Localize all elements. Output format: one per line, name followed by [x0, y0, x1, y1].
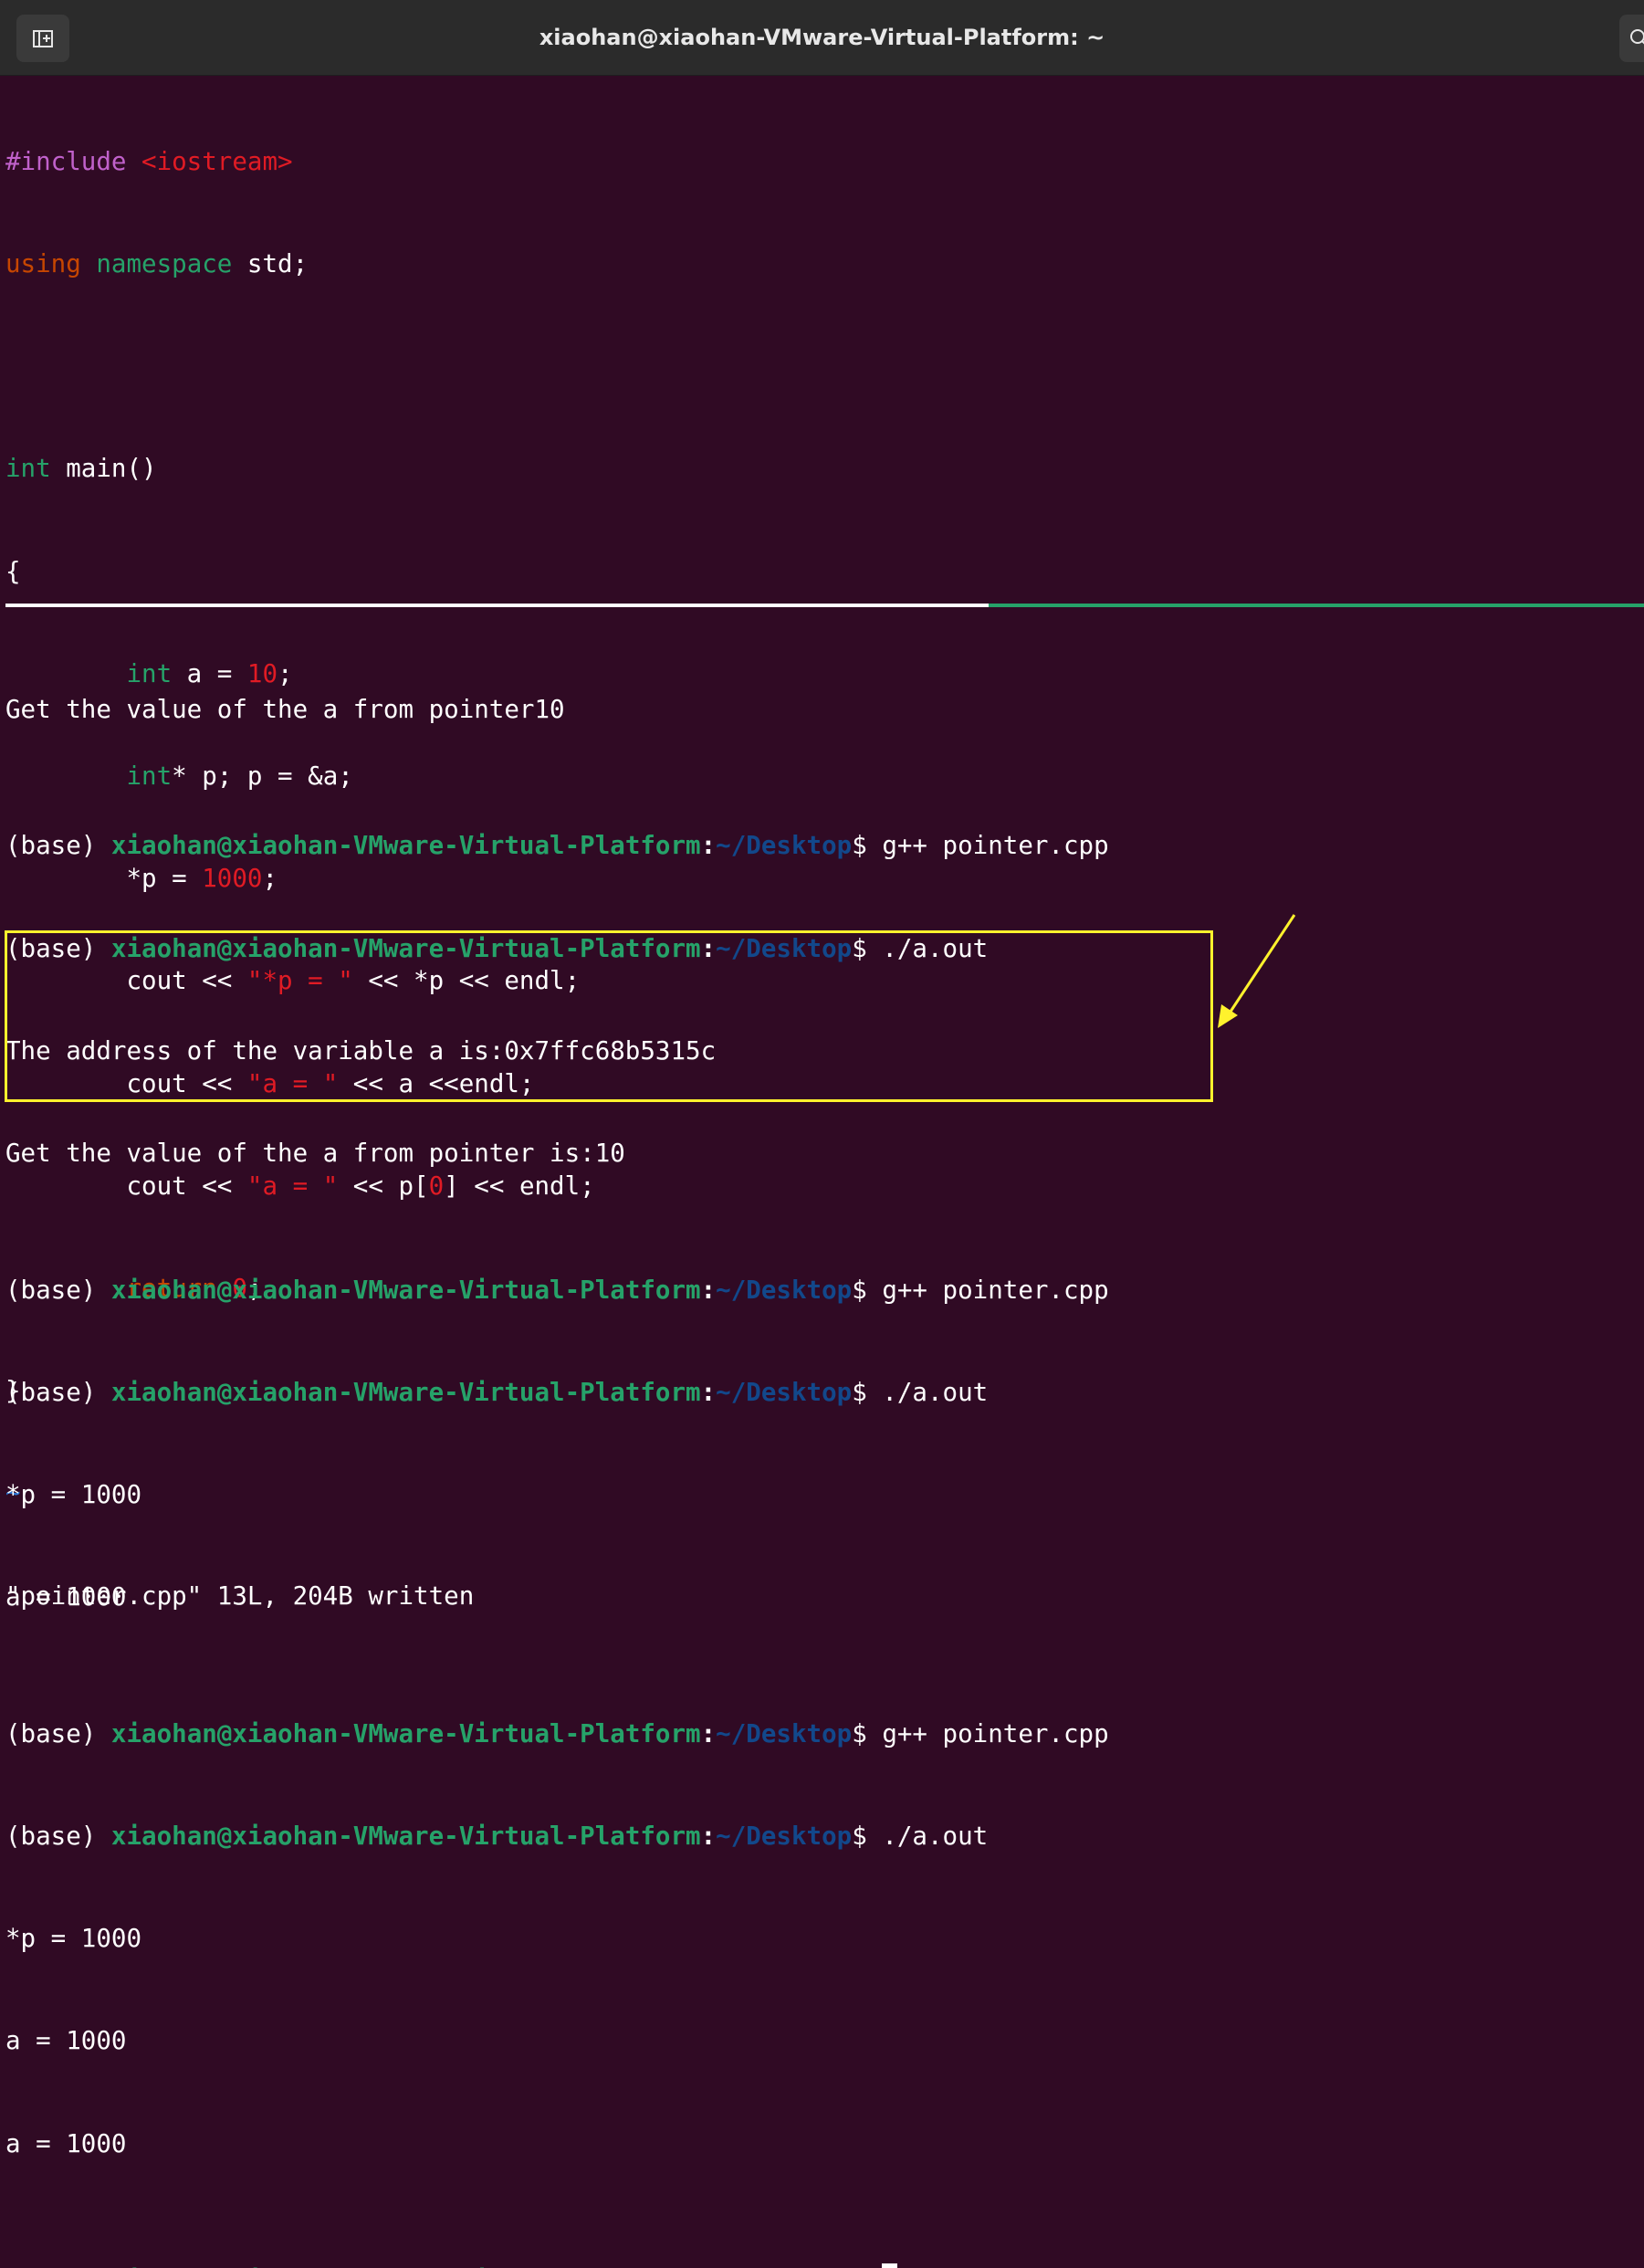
output-line: a = 1000	[5, 2026, 127, 2056]
search-icon	[1630, 29, 1644, 45]
title-bar: xiaohan@xiaohan-VMware-Virtual-Platform:…	[0, 0, 1644, 76]
code-line: using namespace std;	[5, 249, 309, 279]
code-line: {	[5, 556, 21, 586]
arrow-annotation-icon	[1218, 914, 1296, 1028]
output-line: a = 1000	[5, 2128, 127, 2158]
command-line: (base) xiaohan@xiaohan-VMware-Virtual-Pl…	[5, 1377, 989, 1407]
command-line: (base) xiaohan@xiaohan-VMware-Virtual-Pl…	[5, 1718, 1109, 1748]
pane-splitter-active[interactable]	[989, 604, 1644, 607]
pane-splitter[interactable]	[5, 604, 989, 607]
command-line: (base) xiaohan@xiaohan-VMware-Virtual-Pl…	[5, 1275, 1109, 1305]
command-line: (base) xiaohan@xiaohan-VMware-Virtual-Pl…	[5, 1822, 989, 1852]
terminal-pane[interactable]: Get the value of the a from pointer10 (b…	[5, 625, 1109, 2268]
text-cursor	[882, 2263, 898, 2268]
output-line: a = 1000	[5, 1582, 127, 1612]
search-button[interactable]	[1619, 15, 1644, 62]
output-line: Get the value of the a from pointer is:1…	[5, 1139, 625, 1169]
window-title: xiaohan@xiaohan-VMware-Virtual-Platform:…	[539, 25, 1105, 50]
output-line: *p = 1000	[5, 1924, 142, 1954]
command-line: (base) xiaohan@xiaohan-VMware-Virtual-Pl…	[5, 831, 1109, 861]
code-line: int main()	[5, 454, 157, 484]
highlight-box	[5, 930, 1213, 1102]
output-line: Get the value of the a from pointer10	[5, 694, 565, 724]
code-line: #include <iostream>	[5, 146, 293, 176]
active-prompt-line[interactable]: (base) xiaohan@xiaohan-VMware-Virtual-Pl…	[5, 2263, 1109, 2268]
output-line: *p = 1000	[5, 1480, 142, 1510]
